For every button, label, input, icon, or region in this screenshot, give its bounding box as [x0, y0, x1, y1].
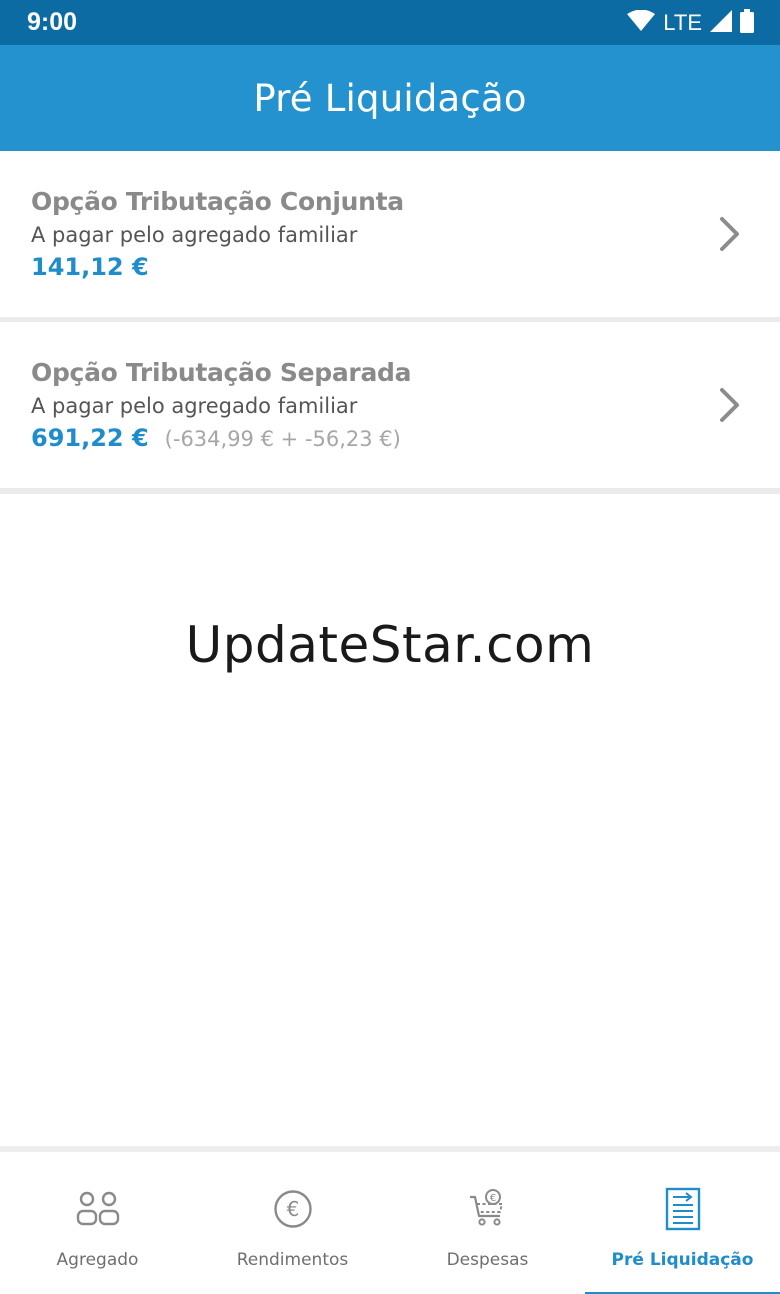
nav-label: Agregado [56, 1250, 139, 1270]
option-subtitle: A pagar pelo agregado familiar [31, 394, 358, 418]
chevron-right-icon [718, 386, 742, 424]
svg-text:€: € [489, 1193, 495, 1204]
option-amount-detail: (-634,99 € + -56,23 €) [164, 427, 401, 451]
status-time: 9:00 [27, 8, 78, 36]
option-amount: 141,12 € [31, 253, 149, 281]
page-title: Pré Liquidação [253, 76, 527, 120]
watermark: UpdateStar.com [185, 616, 595, 674]
svg-text:€: € [286, 1197, 299, 1221]
nav-label: Despesas [446, 1250, 529, 1270]
nav-item-rendimentos[interactable]: € Rendimentos [195, 1152, 390, 1294]
nav-label: Pré Liquidação [611, 1250, 754, 1270]
shopping-cart-euro-icon: € [465, 1186, 511, 1232]
option-card-separada[interactable]: Opção Tributação Separada A pagar pelo a… [0, 322, 780, 488]
cell-signal-icon [710, 9, 732, 37]
option-title: Opção Tributação Separada [31, 358, 412, 387]
euro-coin-icon: € [270, 1186, 316, 1232]
option-amount: 691,22 € [31, 424, 149, 452]
status-icons: LTE [627, 8, 754, 38]
nav-item-pre-liquidacao[interactable]: Pré Liquidação [585, 1152, 780, 1294]
option-card-conjunta[interactable]: Opção Tributação Conjunta A pagar pelo a… [0, 151, 780, 317]
option-title: Opção Tributação Conjunta [31, 187, 404, 216]
battery-icon [740, 8, 754, 38]
status-bar: 9:00 LTE [0, 0, 780, 45]
nav-label: Rendimentos [236, 1250, 349, 1270]
option-amount-row: 141,12 € [31, 253, 149, 281]
nav-item-agregado[interactable]: Agregado [0, 1152, 195, 1294]
document-arrow-icon [660, 1186, 706, 1232]
chevron-right-icon [718, 215, 742, 253]
option-amount-row: 691,22 € (-634,99 € + -56,23 €) [31, 424, 401, 452]
option-subtitle: A pagar pelo agregado familiar [31, 223, 358, 247]
app-bar: Pré Liquidação [0, 45, 780, 151]
people-icon [75, 1186, 121, 1232]
wifi-icon [627, 9, 656, 37]
divider [0, 488, 780, 494]
nav-item-despesas[interactable]: € Despesas [390, 1152, 585, 1294]
network-type: LTE [663, 10, 702, 35]
bottom-nav: Agregado € Rendimentos € Despesas Pré Li… [0, 1146, 780, 1294]
